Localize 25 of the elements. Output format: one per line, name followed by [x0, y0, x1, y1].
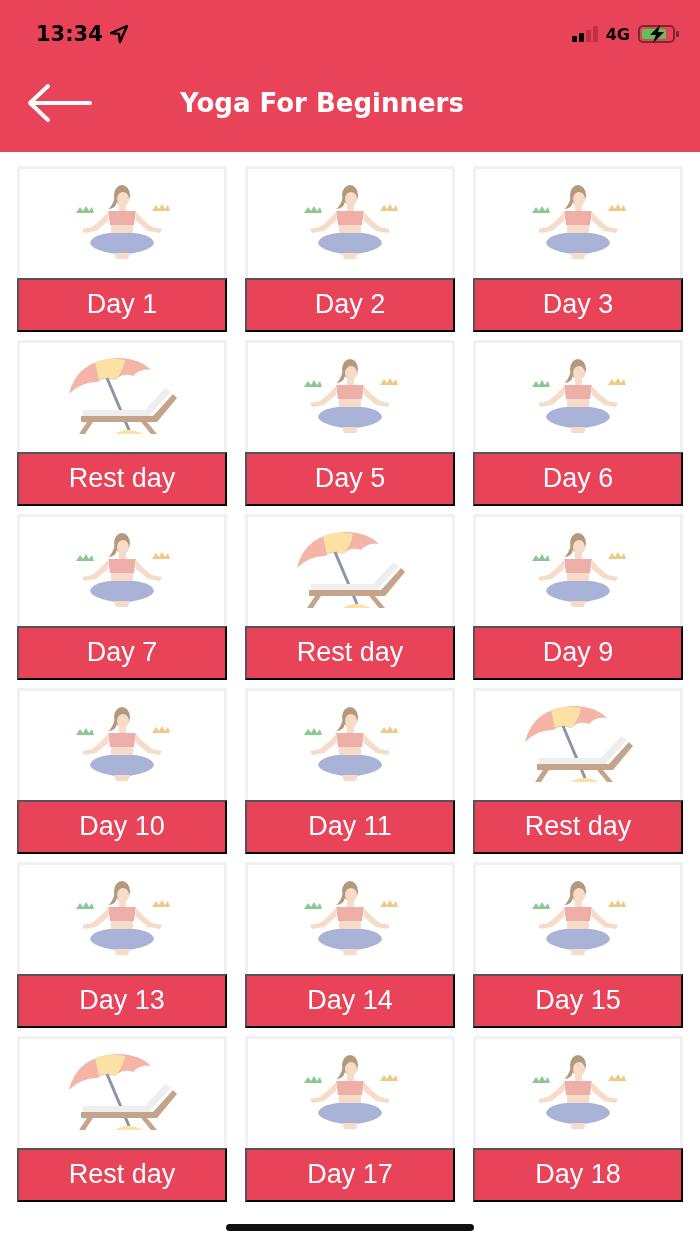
day-button[interactable]: Day 7	[17, 625, 227, 680]
location-arrow-icon	[108, 24, 129, 44]
status-time: 13:34	[36, 22, 103, 46]
battery-charging-icon	[638, 24, 680, 44]
day-button[interactable]: Day 2	[245, 277, 455, 332]
back-button[interactable]	[26, 83, 92, 123]
day-button[interactable]: Day 5	[245, 451, 455, 506]
page-title: Yoga For Beginners	[180, 88, 464, 118]
day-button[interactable]: Day 11	[245, 799, 455, 854]
day-button[interactable]: Day 6	[473, 451, 683, 506]
day-button[interactable]: Rest day	[17, 1147, 227, 1202]
day-button[interactable]: Day 9	[473, 625, 683, 680]
day-button[interactable]: Day 10	[17, 799, 227, 854]
day-button[interactable]: Day 15	[473, 973, 683, 1028]
day-button[interactable]: Day 18	[473, 1147, 683, 1202]
day-button[interactable]: Rest day	[473, 799, 683, 854]
day-button[interactable]: Rest day	[245, 625, 455, 680]
network-type: 4G	[605, 24, 630, 44]
day-button[interactable]: Day 14	[245, 973, 455, 1028]
signal-icon	[571, 26, 598, 42]
day-button[interactable]: Day 1	[17, 277, 227, 332]
day-button[interactable]: Day 3	[473, 277, 683, 332]
day-button[interactable]: Day 17	[245, 1147, 455, 1202]
day-button[interactable]: Day 13	[17, 973, 227, 1028]
day-button[interactable]: Rest day	[17, 451, 227, 506]
